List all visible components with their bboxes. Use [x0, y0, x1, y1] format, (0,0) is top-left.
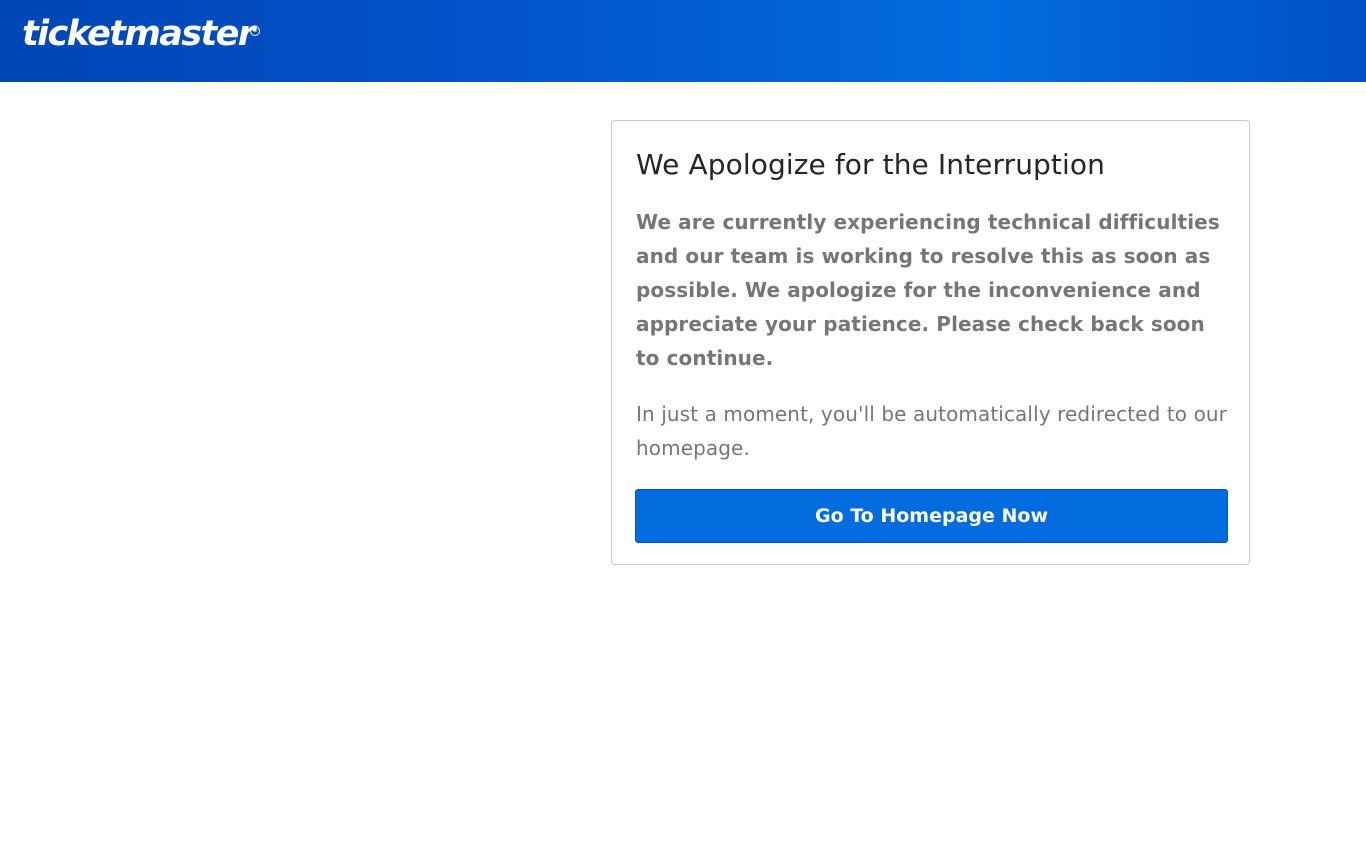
interruption-card: We Apologize for the Interruption We are… [611, 120, 1250, 565]
top-header: ticketmaster ® [0, 0, 1366, 82]
redirect-notice: In just a moment, you'll be automaticall… [636, 402, 1228, 460]
registered-trademark-icon: ® [250, 26, 260, 36]
ticketmaster-logo[interactable]: ticketmaster [22, 13, 255, 55]
page-title: We Apologize for the Interruption [636, 148, 1105, 181]
technical-difficulties-message: We are currently experiencing technical … [636, 210, 1220, 370]
go-to-homepage-button[interactable]: Go To Homepage Now [635, 489, 1228, 543]
